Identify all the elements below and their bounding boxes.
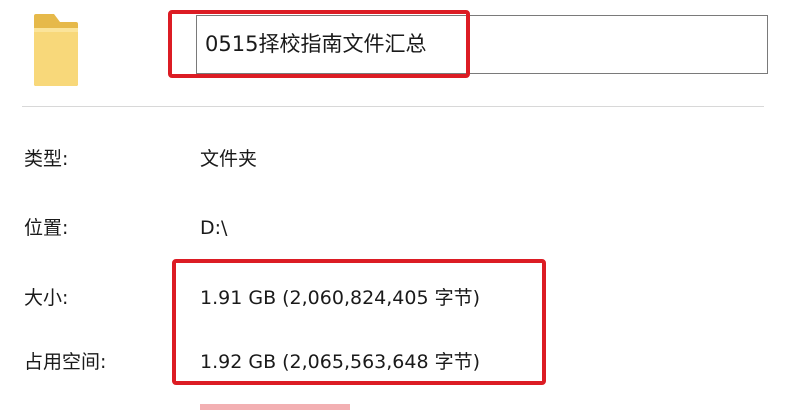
size-value: 1.91 GB (2,060,824,405 字节) xyxy=(200,287,481,309)
location-label: 位置: xyxy=(24,217,69,239)
size-on-disk-value: 1.92 GB (2,065,563,648 字节) xyxy=(200,351,481,373)
folder-icon xyxy=(30,10,82,94)
partial-highlight-mark xyxy=(200,404,350,410)
location-value[interactable]: D:\ xyxy=(200,216,227,240)
folder-name-field[interactable]: 0515择校指南文件汇总 xyxy=(196,15,768,74)
divider xyxy=(22,106,764,107)
size-on-disk-label: 占用空间: xyxy=(24,351,107,373)
type-label: 类型: xyxy=(24,148,69,170)
size-label: 大小: xyxy=(24,287,69,309)
type-value: 文件夹 xyxy=(200,148,258,170)
